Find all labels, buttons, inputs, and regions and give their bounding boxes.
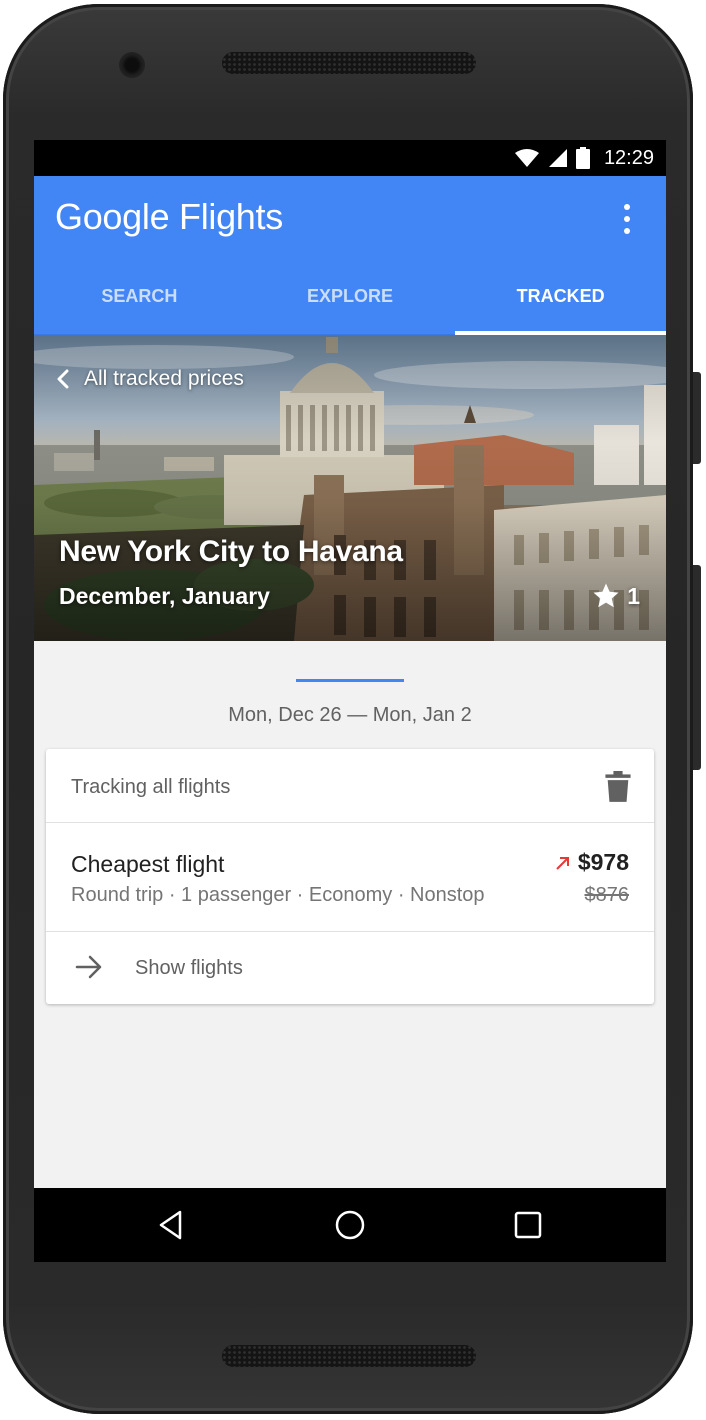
home-icon[interactable] (333, 1208, 367, 1242)
show-flights-button[interactable]: Show flights (46, 932, 654, 1003)
flight-details: Round trip · 1 passenger · Economy · Non… (71, 884, 485, 906)
recents-icon[interactable] (511, 1208, 545, 1242)
app-title-word: Flights (179, 196, 283, 237)
show-flights-label: Show flights (135, 957, 243, 979)
all-tracked-prices-link[interactable]: All tracked prices (56, 367, 244, 391)
chevron-left-icon (57, 369, 69, 389)
star-icon (593, 583, 619, 608)
wifi-icon (514, 149, 539, 167)
tab-search[interactable]: SEARCH (34, 272, 245, 335)
flight-title: Cheapest flight (71, 851, 225, 877)
travel-months: December, January (59, 583, 270, 609)
battery-icon (575, 147, 590, 169)
back-icon[interactable] (155, 1208, 189, 1242)
tracking-card-header: Tracking all flights (46, 749, 654, 823)
cell-signal-icon (548, 149, 567, 167)
app-bar: Google Flights SEARCH EXPLORE TRACKED (34, 176, 666, 335)
overflow-menu-icon[interactable] (616, 204, 638, 234)
price-block: $978 $876 (554, 849, 629, 907)
android-nav-bar (34, 1188, 666, 1262)
front-camera (119, 52, 145, 78)
route-title: New York City to Havana (59, 535, 403, 568)
destination-hero: All tracked prices New York City to Hava… (34, 335, 666, 641)
app-title: Google Flights (55, 196, 283, 238)
tab-tracked[interactable]: TRACKED (455, 272, 666, 335)
cheapest-flight-row[interactable]: Cheapest flight Round trip · 1 passenger… (46, 823, 654, 932)
current-price-value: $978 (577, 849, 629, 875)
top-speaker-grille (222, 52, 476, 74)
google-logo-text: Google (55, 196, 170, 237)
status-bar: 12:29 (34, 140, 666, 176)
power-button (693, 372, 701, 464)
delete-icon[interactable] (604, 771, 632, 803)
tab-explore[interactable]: EXPLORE (245, 272, 456, 335)
tracked-star-button[interactable]: 1 (591, 581, 640, 611)
previous-price: $876 (584, 884, 630, 906)
bottom-speaker-grille (222, 1345, 476, 1367)
star-count-value: 1 (627, 582, 640, 609)
back-link-label: All tracked prices (84, 367, 244, 390)
price-up-arrow-icon (556, 856, 569, 870)
date-range[interactable]: Mon, Dec 26 — Mon, Jan 2 (34, 704, 666, 727)
status-time: 12:29 (603, 146, 654, 169)
tab-bar: SEARCH EXPLORE TRACKED (34, 272, 666, 335)
tracking-card: Tracking all flights Cheapest flight Rou… (46, 749, 654, 1004)
tracking-label: Tracking all flights (71, 776, 231, 798)
volume-button (693, 565, 701, 770)
arrow-right-icon (75, 955, 102, 979)
date-selection-indicator (296, 679, 404, 682)
phone-screen: 12:29 Google Flights SEARCH EXPLORE TRAC… (34, 140, 666, 1262)
current-price: $978 (554, 849, 629, 876)
